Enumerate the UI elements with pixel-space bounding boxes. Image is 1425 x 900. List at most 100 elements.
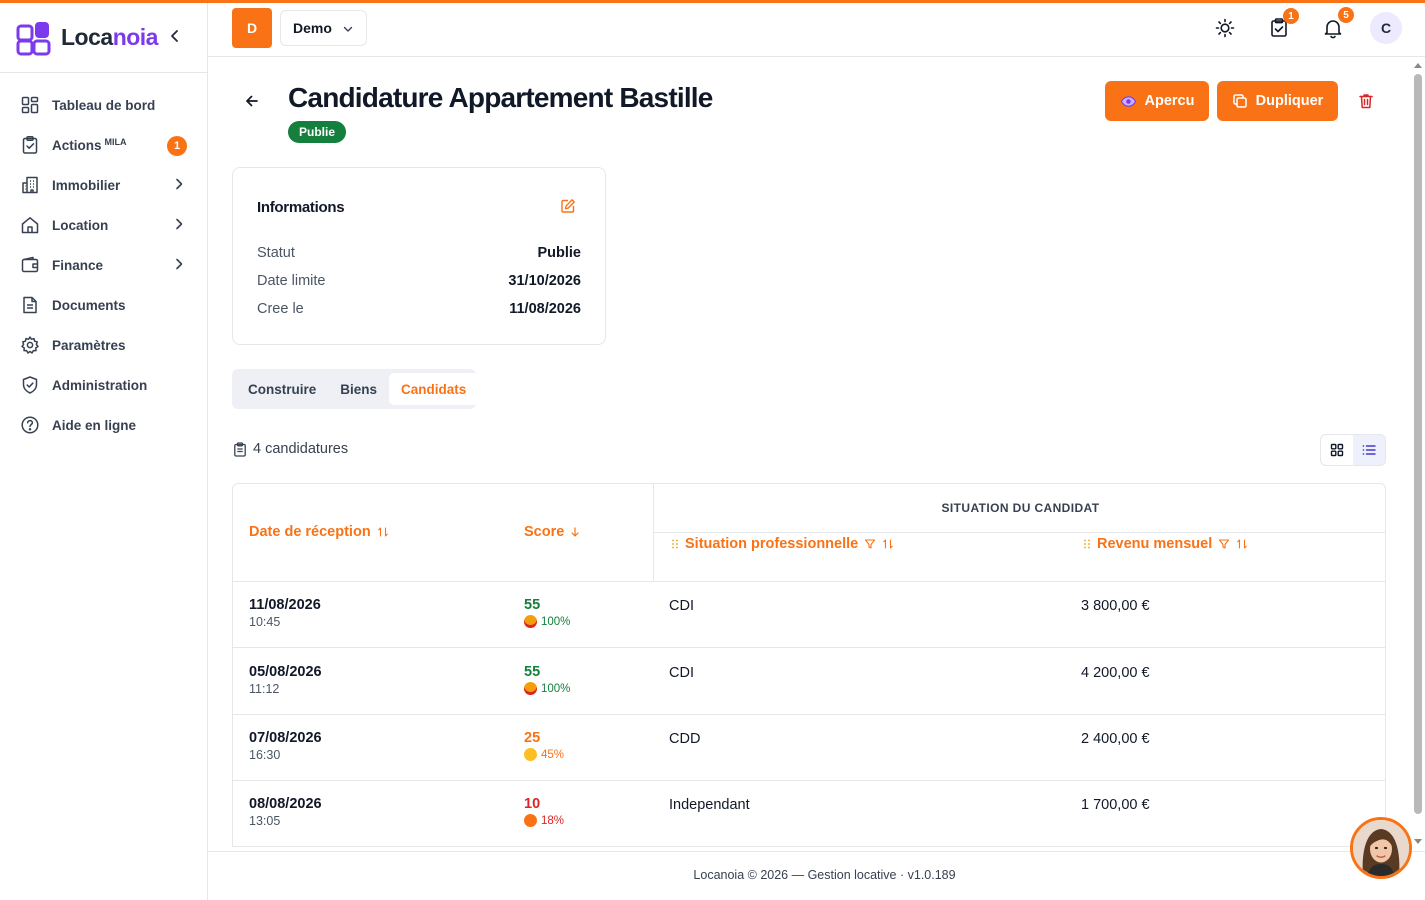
cell-score: 55 100% — [524, 597, 570, 628]
sidebar-item-label: Finance — [52, 257, 104, 273]
filter-icon[interactable] — [864, 538, 876, 550]
edit-icon[interactable] — [560, 198, 576, 214]
reception-date: 08/08/2026 — [249, 796, 322, 812]
brand[interactable]: Locanoia — [0, 3, 207, 73]
score-percent: 18% — [524, 814, 564, 827]
preview-button[interactable]: Apercu — [1105, 81, 1209, 121]
tab-candidats[interactable]: Candidats — [389, 373, 479, 405]
tab-biens[interactable]: Biens — [328, 373, 389, 405]
drag-handle-icon[interactable] — [1083, 538, 1091, 550]
sidebar-item-actions[interactable]: Actions MILA 1 — [0, 125, 207, 165]
info-value: Publie — [537, 245, 581, 261]
info-row-cree-le: Cree le 11/08/2026 — [257, 301, 581, 317]
reception-time: 10:45 — [249, 615, 281, 629]
wallet-icon — [21, 256, 39, 273]
back-arrow-icon[interactable] — [242, 91, 262, 111]
chevron-right-icon — [176, 178, 183, 190]
tab-construire[interactable]: Construire — [236, 373, 328, 405]
workspace-avatar[interactable]: D — [232, 8, 272, 48]
reception-date: 05/08/2026 — [249, 664, 322, 680]
table-row[interactable]: 11/08/2026 10:45 55 100% CDI 3 800,00 € — [233, 581, 1385, 648]
cell-score: 10 18% — [524, 796, 564, 827]
sidebar: Locanoia Tableau de bord Actions MILA 1 I… — [0, 3, 208, 900]
sidebar-item-administration[interactable]: Administration — [0, 365, 207, 405]
sidebar-item-dashboard[interactable]: Tableau de bord — [0, 85, 207, 125]
candidates-table: Date de réception Score SITUATION DU CAN… — [232, 483, 1386, 847]
cell-score: 25 45% — [524, 730, 564, 761]
workspace-name: Demo — [293, 20, 332, 36]
workspace-select[interactable]: Demo — [280, 10, 367, 46]
footer-text: Locanoia © 2026 — Gestion locative · v1.… — [693, 868, 956, 882]
cell-date: 11/08/2026 10:45 — [249, 597, 321, 629]
scroll-up-arrow-icon[interactable] — [1414, 63, 1422, 68]
sort-icon[interactable] — [1236, 538, 1248, 550]
star-eyes-emoji-icon — [524, 682, 537, 695]
worried-emoji-icon — [524, 748, 537, 761]
list-icon — [1362, 445, 1376, 455]
sort-icon[interactable] — [377, 526, 389, 538]
sidebar-item-parametres[interactable]: Paramètres — [0, 325, 207, 365]
column-header-score[interactable]: Score — [524, 524, 580, 540]
reception-time: 16:30 — [249, 748, 281, 762]
score-value: 10 — [524, 796, 541, 812]
sun-icon[interactable] — [1213, 16, 1237, 40]
sort-icon[interactable] — [882, 538, 894, 550]
arrow-down-icon[interactable] — [570, 526, 580, 538]
user-avatar[interactable]: C — [1370, 12, 1402, 44]
cell-situation: CDD — [669, 731, 701, 747]
sidebar-item-aide[interactable]: Aide en ligne — [0, 405, 207, 445]
footer-divider — [208, 851, 1425, 852]
cell-date: 07/08/2026 16:30 — [249, 730, 322, 762]
reception-date: 07/08/2026 — [249, 730, 322, 746]
eye-icon — [1120, 95, 1136, 107]
score-percent: 100% — [524, 682, 570, 695]
clipboard-icon — [234, 441, 246, 457]
filter-icon[interactable] — [1218, 538, 1230, 550]
cell-situation: CDI — [669, 598, 694, 614]
sidebar-item-finance[interactable]: Finance — [0, 245, 207, 285]
candidatures-count: 4 candidatures — [233, 441, 348, 457]
trash-icon[interactable] — [1357, 92, 1375, 110]
info-value: 11/08/2026 — [509, 301, 581, 317]
reception-date: 11/08/2026 — [249, 597, 321, 613]
cell-revenue: 2 400,00 € — [1081, 731, 1150, 747]
building-icon — [22, 176, 38, 194]
scrollbar[interactable] — [1411, 57, 1425, 851]
scroll-down-arrow-icon[interactable] — [1414, 839, 1422, 844]
info-card-title: Informations — [257, 199, 345, 216]
column-header-date[interactable]: Date de réception — [249, 524, 389, 540]
list-view-button[interactable] — [1353, 435, 1385, 465]
column-header-label: Situation professionnelle — [685, 536, 859, 552]
assistant-portrait-icon — [1353, 820, 1409, 876]
star-eyes-emoji-icon — [524, 615, 537, 628]
duplicate-button[interactable]: Dupliquer — [1217, 81, 1338, 121]
actions-count-badge: 1 — [167, 136, 187, 156]
preview-label: Apercu — [1144, 93, 1195, 109]
table-row[interactable]: 08/08/2026 13:05 10 18% Independant 1 700,… — [233, 780, 1385, 846]
column-header-label: Revenu mensuel — [1097, 536, 1213, 552]
score-percent-label: 100% — [541, 615, 571, 628]
table-row[interactable]: 07/08/2026 16:30 25 45% CDD 2 400,00 € — [233, 714, 1385, 781]
column-header-revenue[interactable]: Revenu mensuel — [1083, 536, 1248, 552]
assistant-avatar-button[interactable] — [1350, 817, 1412, 879]
sidebar-item-label: Tableau de bord — [52, 97, 156, 113]
column-header-situation[interactable]: Situation professionnelle — [671, 536, 894, 552]
sidebar-item-label: Actions — [52, 137, 102, 153]
chevron-left-icon[interactable] — [166, 27, 184, 45]
clipboard-check-icon — [22, 136, 38, 154]
table-row[interactable]: 05/08/2026 11:12 55 100% CDI 4 200,00 € — [233, 648, 1385, 715]
cell-situation: Independant — [669, 797, 750, 813]
sidebar-nav: Tableau de bord Actions MILA 1 Immobilier… — [0, 73, 207, 445]
sidebar-item-label: Administration — [52, 377, 148, 393]
sidebar-item-documents[interactable]: Documents — [0, 285, 207, 325]
score-percent: 45% — [524, 748, 564, 761]
scrollbar-thumb[interactable] — [1414, 74, 1422, 814]
score-value: 55 — [524, 664, 541, 680]
sidebar-item-label: Documents — [52, 297, 126, 313]
score-value: 55 — [524, 597, 541, 613]
grid-view-button[interactable] — [1321, 435, 1353, 465]
drag-handle-icon[interactable] — [671, 538, 679, 550]
sidebar-item-immobilier[interactable]: Immobilier — [0, 165, 207, 205]
sidebar-item-label: Aide en ligne — [52, 417, 137, 433]
sidebar-item-location[interactable]: Location — [0, 205, 207, 245]
